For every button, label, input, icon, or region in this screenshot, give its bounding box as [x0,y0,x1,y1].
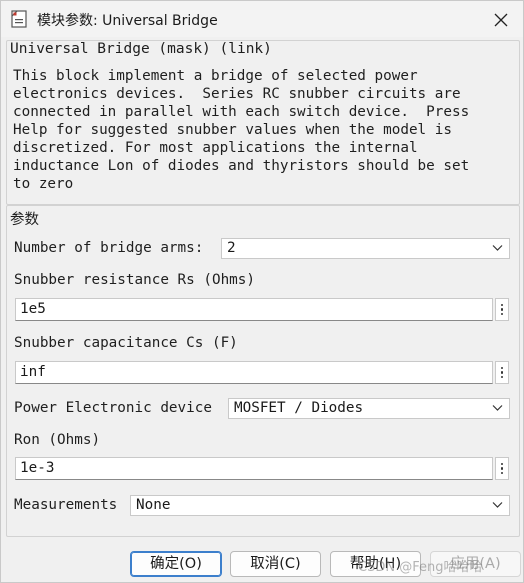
more-vertical-icon [500,462,504,466]
cancel-button[interactable]: 取消(C) [230,551,321,577]
measurements-value: None [136,497,171,513]
ok-button[interactable]: 确定(O) [130,551,222,577]
bridge-arms-value: 2 [227,240,236,256]
more-vertical-icon [500,366,504,370]
power-device-select[interactable]: MOSFET / Diodes [228,398,510,419]
snubber-capacitance-input[interactable]: inf [15,361,493,384]
measurements-label: Measurements [14,497,118,513]
snubber-resistance-input[interactable]: 1e5 [15,298,493,321]
chevron-down-icon [492,245,503,251]
chevron-down-icon [492,502,503,508]
parameters-heading: 参数 [10,212,39,228]
mask-heading: Universal Bridge (mask) (link) [10,41,272,57]
watermark-text: CSDN @Feng哈哈哈 [358,560,483,575]
snubber-capacitance-label: Snubber capacitance Cs (F) [14,335,238,351]
close-button[interactable] [489,8,513,32]
power-device-label: Power Electronic device [14,400,212,416]
bridge-arms-select[interactable]: 2 [221,238,510,259]
snubber-capacitance-value: inf [20,364,46,380]
dialog-icon [11,10,27,28]
dialog-window: 模块参数: Universal Bridge Universal Bridge … [0,0,524,583]
mask-description: This block implement a bridge of selecte… [13,68,470,192]
snubber-resistance-label: Snubber resistance Rs (Ohms) [14,272,256,288]
window-title: 模块参数: Universal Bridge [37,13,218,29]
title-bar[interactable]: 模块参数: Universal Bridge [1,1,523,37]
more-vertical-icon [500,303,504,307]
ron-input[interactable]: 1e-3 [15,457,493,480]
ron-more-button[interactable] [495,457,509,480]
snubber-capacitance-more-button[interactable] [495,361,509,384]
ron-value: 1e-3 [20,460,55,476]
snubber-resistance-more-button[interactable] [495,298,509,321]
chevron-down-icon [492,405,503,411]
bridge-arms-label: Number of bridge arms: [14,240,204,256]
power-device-value: MOSFET / Diodes [234,400,364,416]
ron-label: Ron (Ohms) [14,432,101,448]
snubber-resistance-value: 1e5 [20,301,46,317]
close-icon [494,13,508,27]
measurements-select[interactable]: None [130,495,510,516]
